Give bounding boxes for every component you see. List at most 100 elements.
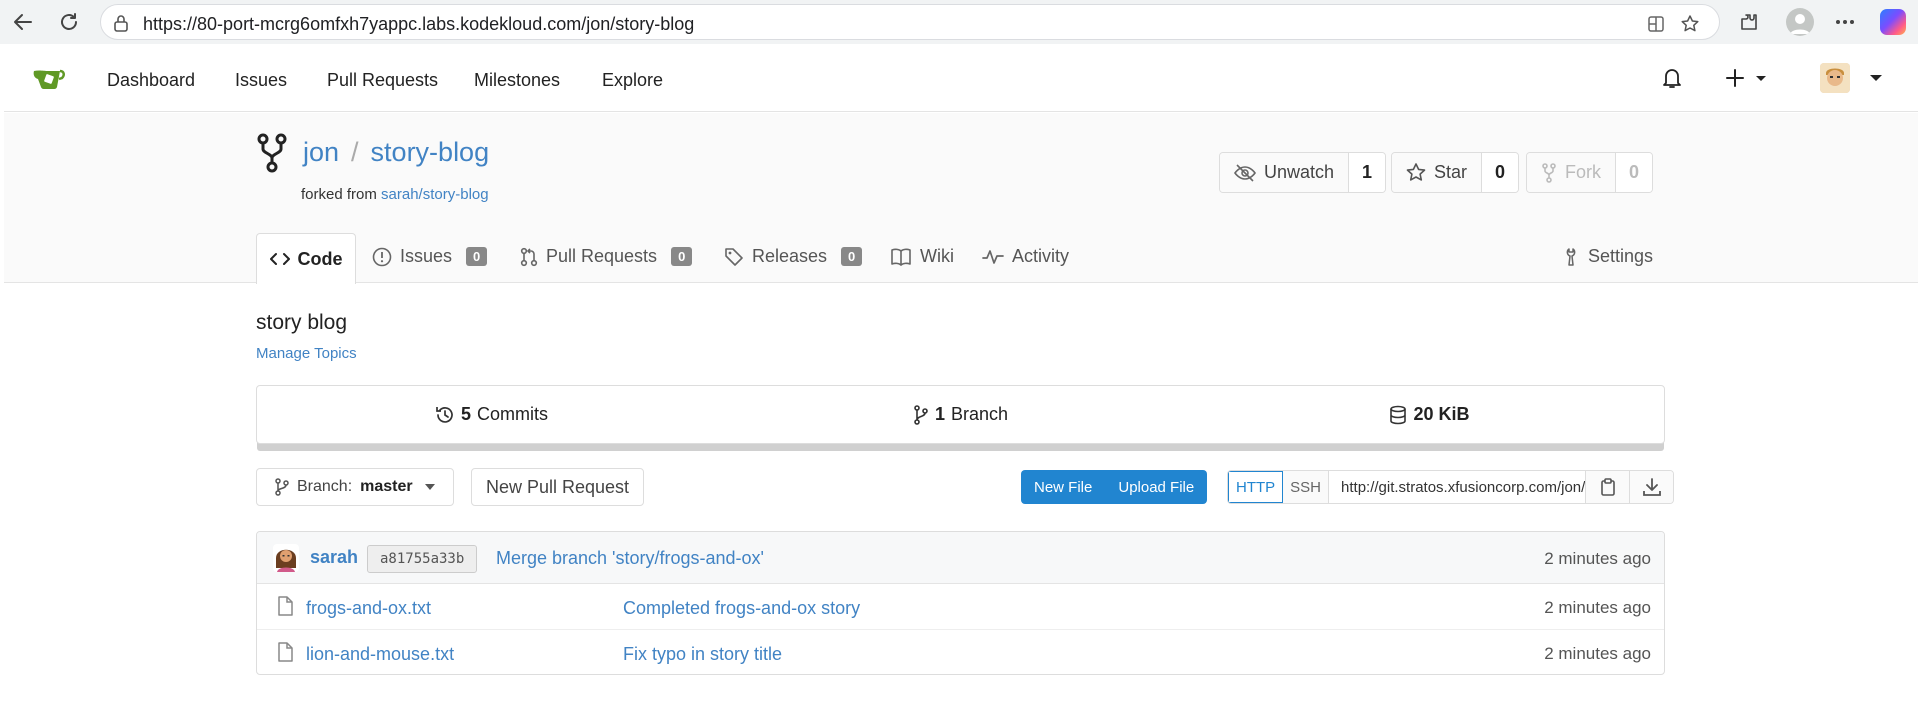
star-count[interactable]: 0 [1482,153,1519,192]
repo-stats-bar: 5 Commits 1 Branch 20 KiB [256,385,1665,444]
commit-sha-button[interactable]: a81755a33b [367,545,478,573]
repo-name-link[interactable]: story-blog [371,137,490,167]
branch-icon [914,404,928,425]
commits-label: Commits [477,404,548,424]
commit-message-link[interactable]: Merge branch 'story/frogs-and-ox' [496,548,764,569]
manage-topics-link[interactable]: Manage Topics [256,345,357,362]
repo-size: 20 KiB [1413,404,1470,424]
url-text[interactable]: https://80-port-mcrg6omfxh7yappc.labs.ko… [143,14,694,35]
clone-url-input[interactable]: http://git.stratos.xfusioncorp.com/jon/s… [1328,471,1585,503]
download-icon[interactable] [1629,471,1674,503]
split-screen-icon[interactable] [1645,13,1667,35]
refresh-icon[interactable] [56,9,82,35]
repo-title-separator: / [351,137,359,167]
copilot-icon[interactable] [1880,9,1906,35]
database-icon [1390,405,1407,424]
tools-icon [1566,247,1576,266]
notifications-bell-icon[interactable] [1661,66,1683,90]
fork-icon [1542,162,1556,183]
new-pull-request-button[interactable]: New Pull Request [471,468,644,506]
forked-from: forked from sarah/story-blog [301,186,489,203]
repo-title: jon / story-blog [303,137,489,168]
tab-code[interactable]: Code [256,233,356,284]
clone-panel: HTTP SSH http://git.stratos.xfusioncorp.… [1227,470,1675,504]
fork-button[interactable]: Fork [1527,153,1616,192]
file-row: frogs-and-ox.txt Completed frogs-and-ox … [257,584,1664,630]
tab-issues-label: Issues [400,246,453,266]
branch-selector[interactable]: Branch: master [256,468,454,506]
new-file-button[interactable]: New File [1021,470,1106,504]
commits-count: 5 [460,404,471,424]
ssh-clone-button[interactable]: SSH [1283,471,1329,503]
branch-prefix: Branch: [297,478,353,495]
branches-stat[interactable]: 1 Branch [726,386,1195,443]
repo-owner-link[interactable]: jon [303,137,339,167]
book-icon [891,248,911,266]
file-name-link[interactable]: frogs-and-ox.txt [306,598,431,619]
dropdown-caret-icon [424,484,435,490]
nav-pull-requests[interactable]: Pull Requests [327,70,438,91]
repo-fork-icon [256,133,288,173]
tab-wiki[interactable]: Wiki [890,246,954,267]
file-commit-time: 2 minutes ago [1544,644,1651,663]
star-button-group: Star 0 [1391,152,1520,193]
tab-pull-requests-label: Pull Requests [546,246,658,266]
create-new-plus-icon[interactable] [1726,68,1770,88]
unwatch-button[interactable]: Unwatch [1220,153,1350,192]
tab-activity-label: Activity [1012,246,1070,266]
nav-issues[interactable]: Issues [235,70,287,91]
tab-pull-requests[interactable]: Pull Requests 0 [520,246,693,267]
favorite-star-icon[interactable] [1679,13,1701,35]
gitea-logo-icon[interactable] [32,65,68,91]
site-info-icon[interactable] [113,14,129,32]
address-bar[interactable]: https://80-port-mcrg6omfxh7yappc.labs.ko… [100,4,1720,40]
fork-count[interactable]: 0 [1616,153,1652,192]
file-commit-message-link[interactable]: Fix typo in story title [623,644,782,665]
unwatch-label: Unwatch [1264,162,1335,182]
upload-file-button[interactable]: Upload File [1105,470,1208,504]
browser-toolbar: https://80-port-mcrg6omfxh7yappc.labs.ko… [0,0,1918,44]
releases-count-badge: 0 [841,247,863,266]
pulls-count-badge: 0 [671,247,693,266]
file-row: lion-and-mouse.txt Fix typo in story tit… [257,630,1664,674]
user-avatar[interactable] [1820,63,1850,93]
tab-wiki-label: Wiki [920,246,954,266]
tab-settings[interactable]: Settings [1564,246,1653,267]
file-table: sarah a81755a33b Merge branch 'story/fro… [256,531,1665,675]
tab-settings-label: Settings [1588,246,1654,266]
issue-icon [372,247,392,266]
user-menu-chevron-icon[interactable] [1870,74,1882,82]
tab-activity[interactable]: Activity [982,246,1069,267]
nav-milestones[interactable]: Milestones [474,70,560,91]
tab-issues[interactable]: Issues 0 [372,246,488,267]
copy-clipboard-icon[interactable] [1585,471,1630,503]
latest-commit: sarah a81755a33b Merge branch 'story/fro… [257,532,1664,584]
nav-dashboard[interactable]: Dashboard [107,70,195,91]
star-button[interactable]: Star [1392,153,1483,192]
commits-stat[interactable]: 5 Commits [257,386,726,443]
http-clone-button[interactable]: HTTP [1228,471,1284,503]
tab-code-label: Code [297,248,343,269]
commit-author-avatar[interactable] [273,544,299,572]
commit-author-link[interactable]: sarah [310,547,358,568]
star-label: Star [1434,162,1468,182]
more-options-icon[interactable] [1832,9,1858,35]
nav-explore[interactable]: Explore [602,70,663,91]
forked-from-label: forked from [301,186,377,203]
code-icon [269,253,290,265]
extensions-icon[interactable] [1736,9,1762,35]
forked-from-link[interactable]: sarah/story-blog [381,186,489,203]
file-name-link[interactable]: lion-and-mouse.txt [306,644,454,665]
tab-releases[interactable]: Releases 0 [724,246,863,267]
branch-icon [275,478,289,496]
size-stat: 20 KiB [1195,386,1664,443]
pulse-icon [982,249,1004,264]
file-commit-message-link[interactable]: Completed frogs-and-ox story [623,598,860,619]
back-icon[interactable] [10,9,36,35]
file-commit-time: 2 minutes ago [1544,598,1651,617]
browser-profile-icon[interactable] [1786,8,1814,36]
watch-count[interactable]: 1 [1349,153,1386,192]
tab-releases-label: Releases [752,246,828,266]
history-icon [436,406,453,423]
commit-time: 2 minutes ago [1544,549,1651,568]
